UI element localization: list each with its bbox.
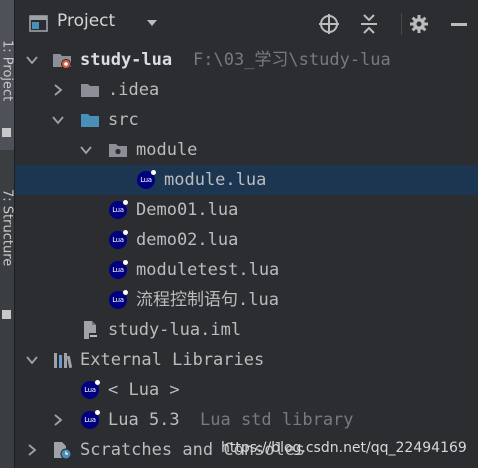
chevron-down-icon[interactable]	[26, 54, 38, 66]
tree-row-idea[interactable]: .idea	[15, 75, 478, 105]
tree-label: moduletest.lua	[136, 260, 280, 280]
lua-file-icon: Lua	[108, 230, 128, 250]
scratches-icon	[54, 442, 72, 460]
watermark-text: https://blog.csdn.net/qq_22494169	[221, 440, 467, 456]
tree-row-moduletest[interactable]: Lua moduletest.lua	[15, 255, 478, 285]
tree-label: module	[136, 140, 198, 160]
module-folder-icon	[53, 54, 71, 69]
tree-label: Demo01.lua	[136, 200, 239, 220]
tree-row-iml[interactable]: study-lua.iml	[15, 315, 478, 345]
lua-file-icon: Lua	[80, 380, 100, 400]
package-folder-icon	[109, 144, 127, 157]
project-tool-tab-label: 1: Project	[0, 40, 15, 102]
project-panel-header: Project	[15, 0, 478, 48]
locate-icon	[319, 14, 339, 34]
tree-row-module-folder[interactable]: module	[15, 135, 478, 165]
gear-icon	[410, 15, 428, 33]
tree-row-control-flow[interactable]: Lua 流程控制语句.lua	[15, 285, 478, 315]
folder-icon	[81, 84, 99, 97]
tree-row-src[interactable]: src	[15, 105, 478, 135]
tree-path-hint: F:\03_学习\study-lua	[193, 50, 391, 70]
tree-row-demo02[interactable]: Lua demo02.lua	[15, 225, 478, 255]
lua-file-icon: Lua	[108, 290, 128, 310]
project-tool-tab-icon	[2, 128, 11, 137]
project-window-icon	[29, 15, 48, 32]
tree-label: .idea	[108, 80, 160, 100]
tool-window-stripe: 1: Project 7: Structure	[0, 0, 15, 468]
chevron-down-icon[interactable]	[80, 144, 92, 156]
tree-row-lua-53[interactable]: Lua Lua 5.3 Lua std library	[15, 405, 478, 435]
tree-label: demo02.lua	[136, 230, 239, 250]
lua-file-icon: Lua	[108, 200, 128, 220]
source-folder-icon	[81, 114, 99, 127]
tree-label: study-lua	[80, 50, 173, 70]
chevron-down-icon[interactable]	[52, 114, 64, 126]
tree-label: 流程控制语句.lua	[136, 290, 279, 310]
settings-button[interactable]	[407, 12, 431, 36]
tree-row-lua-sdk[interactable]: Lua < Lua >	[15, 375, 478, 405]
structure-tool-tab-icon	[2, 310, 11, 319]
iml-file-icon	[84, 321, 98, 339]
chevron-down-icon[interactable]	[146, 19, 158, 27]
minimize-icon	[451, 23, 467, 26]
collapse-all-icon	[361, 14, 377, 34]
minimize-button[interactable]	[447, 12, 471, 36]
panel-title[interactable]: Project	[57, 11, 115, 31]
structure-tool-tab-label: 7: Structure	[0, 189, 15, 267]
libraries-icon	[54, 353, 72, 369]
lua-file-icon: Lua	[136, 170, 156, 190]
structure-tool-tab[interactable]: 7: Structure	[0, 165, 15, 305]
tree-label: module.lua	[164, 170, 267, 190]
collapse-all-button[interactable]	[357, 12, 381, 36]
tree-label: External Libraries	[80, 350, 265, 370]
tree-label: src	[108, 110, 139, 130]
locate-button[interactable]	[317, 12, 341, 36]
tree-hint: Lua std library	[200, 410, 354, 430]
tree-row-demo01[interactable]: Lua Demo01.lua	[15, 195, 478, 225]
tree-row-external-libraries[interactable]: External Libraries	[15, 345, 478, 375]
tree-row-module-lua[interactable]: Lua module.lua	[15, 165, 478, 195]
lua-file-icon: Lua	[80, 410, 100, 430]
tree-label: < Lua >	[108, 380, 180, 400]
chevron-right-icon[interactable]	[26, 444, 38, 456]
header-separator	[401, 13, 402, 35]
lua-file-icon: Lua	[108, 260, 128, 280]
tree-label: Lua 5.3	[108, 410, 180, 430]
tree-row-project-root[interactable]: study-lua F:\03_学习\study-lua	[15, 45, 478, 75]
chevron-right-icon[interactable]	[52, 84, 64, 96]
chevron-right-icon[interactable]	[52, 414, 64, 426]
chevron-down-icon[interactable]	[26, 354, 38, 366]
tree-label: study-lua.iml	[108, 320, 242, 340]
